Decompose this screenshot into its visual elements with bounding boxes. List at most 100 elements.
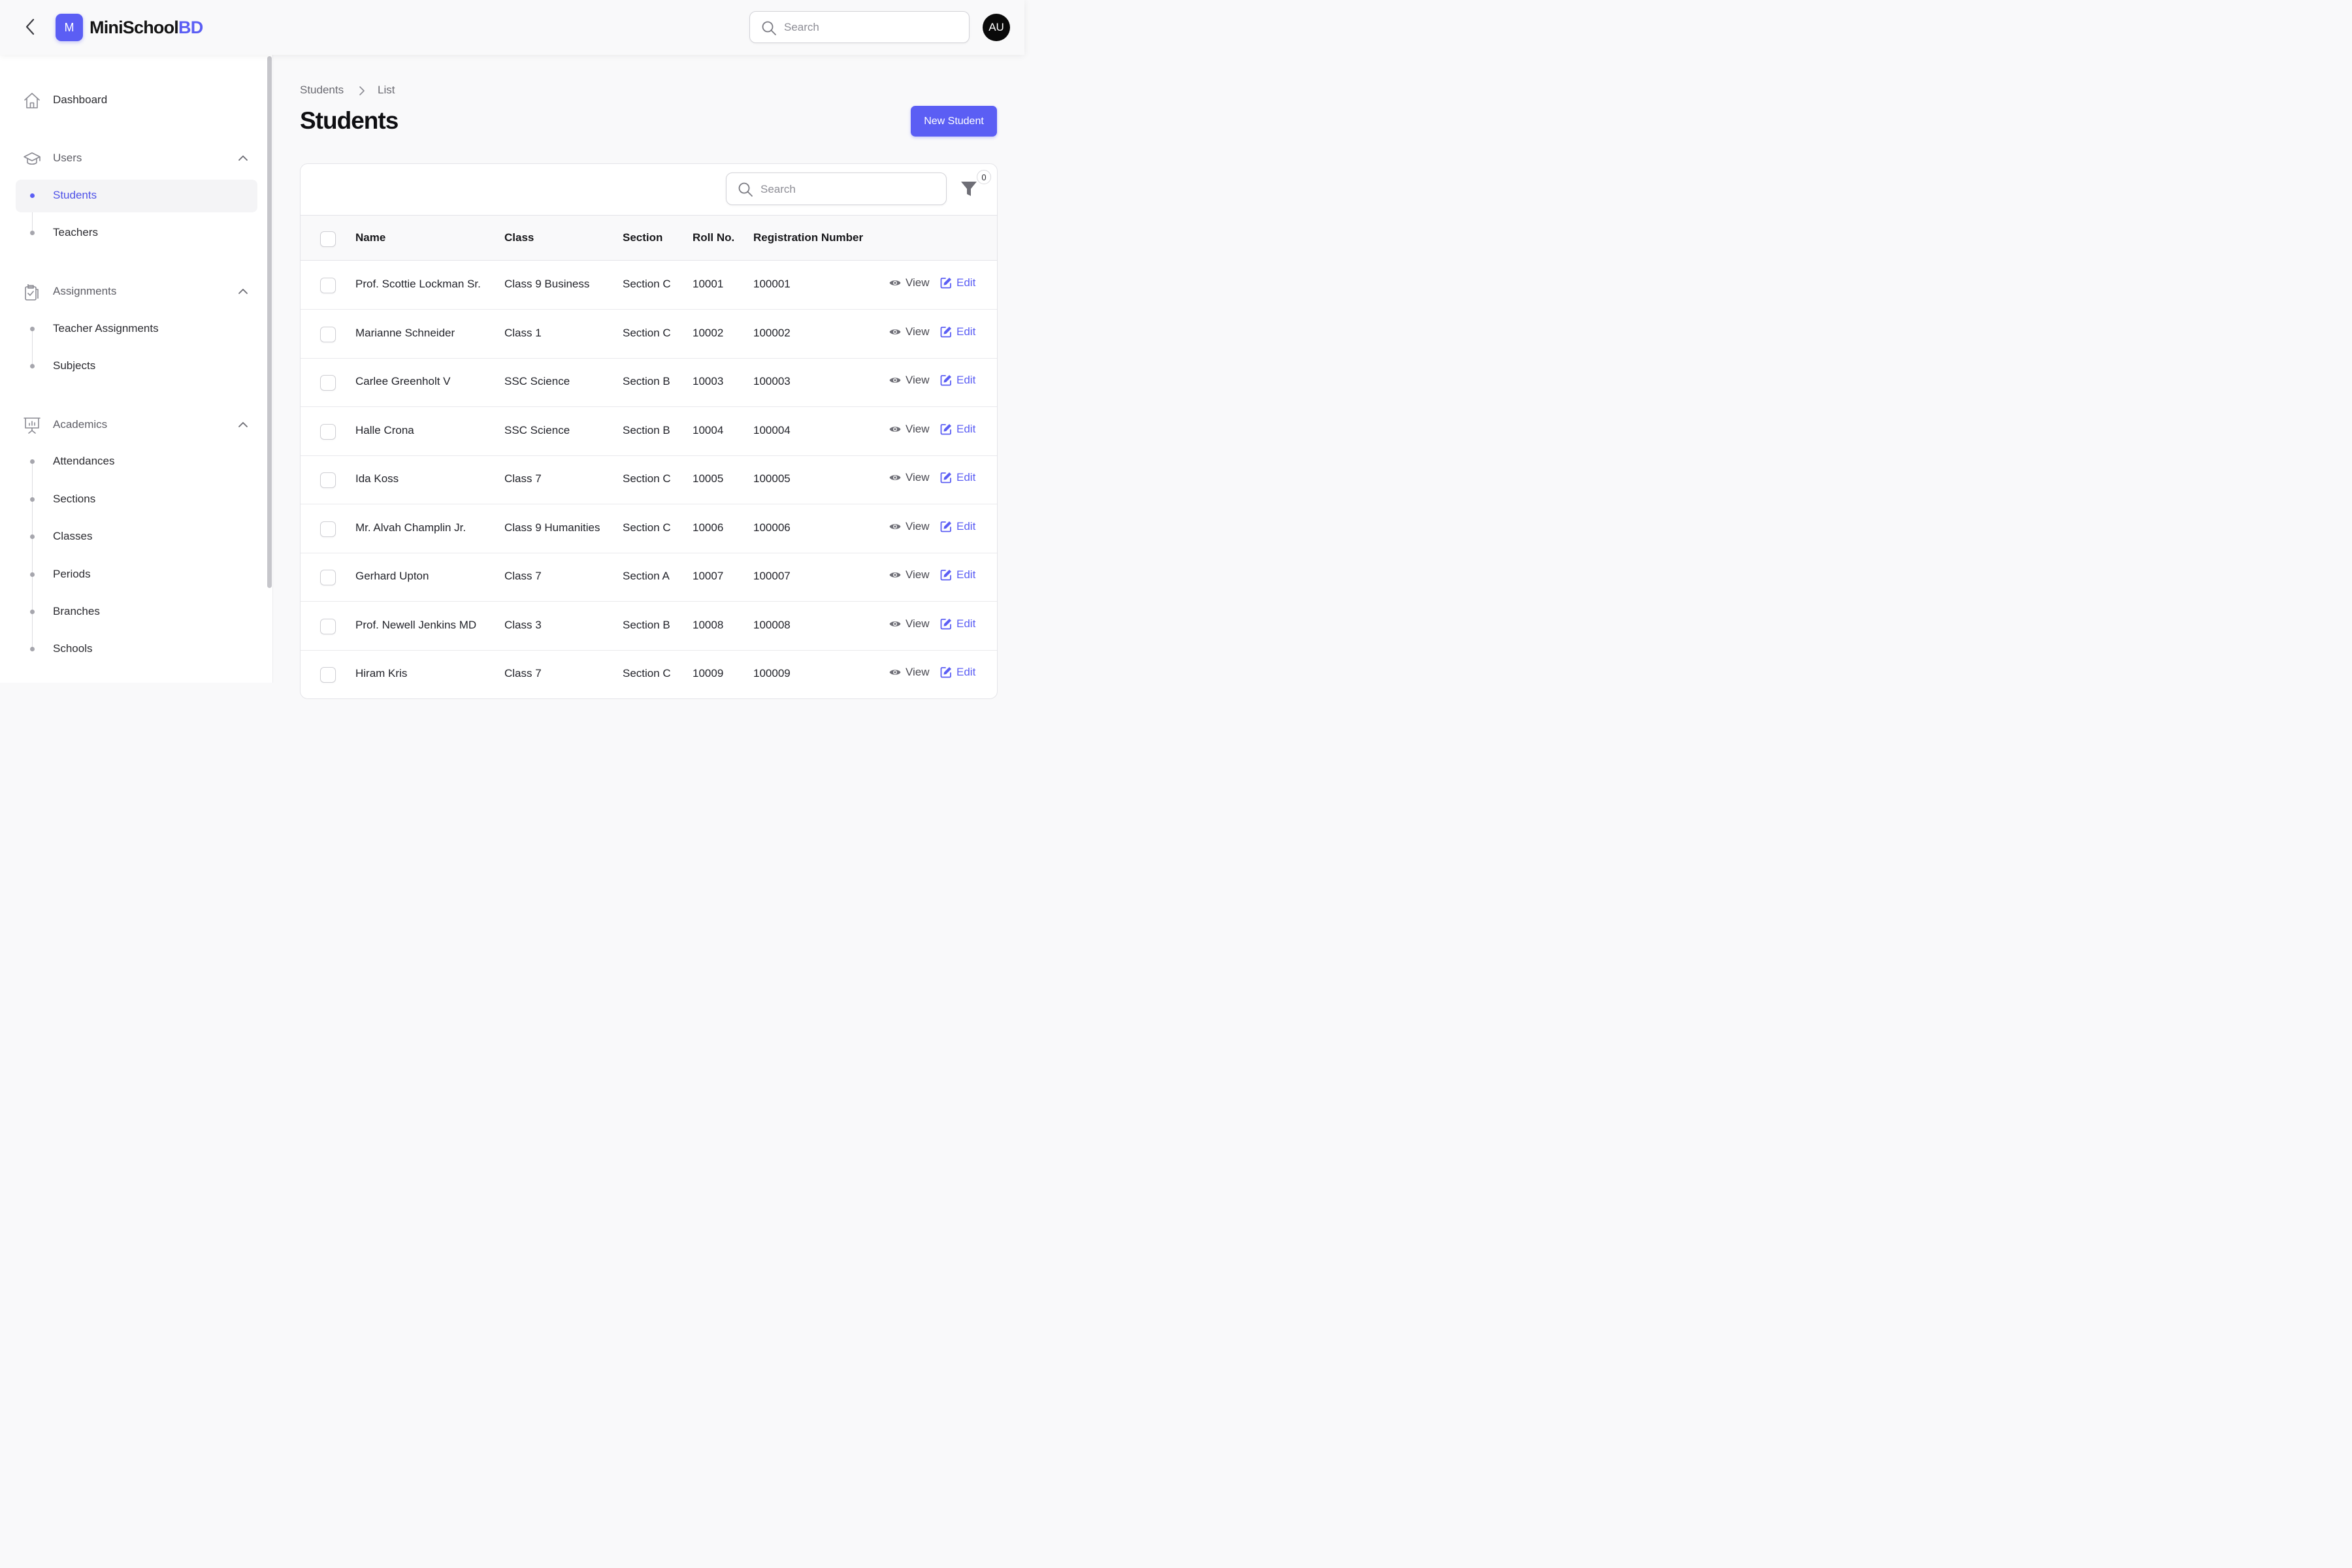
sidebar-item-classes[interactable]: Classes bbox=[16, 521, 257, 553]
view-button[interactable]: View bbox=[889, 666, 930, 679]
row-checkbox[interactable] bbox=[320, 618, 336, 634]
sidebar-group-assignments[interactable]: Assignments bbox=[16, 275, 257, 308]
sidebar-group-academics[interactable]: Academics bbox=[16, 408, 257, 441]
edit-button[interactable]: Edit bbox=[939, 423, 975, 436]
filter-icon[interactable] bbox=[959, 178, 979, 198]
top-bar: M MiniSchoolBD AU bbox=[0, 0, 1024, 55]
cell-roll: 10007 bbox=[693, 570, 724, 582]
edit-label: Edit bbox=[956, 471, 976, 483]
sidebar-item-subjects[interactable]: Subjects bbox=[16, 350, 257, 383]
column-header-section[interactable]: Section bbox=[623, 231, 662, 244]
global-search-input[interactable] bbox=[784, 20, 960, 35]
column-header-roll[interactable]: Roll No. bbox=[693, 231, 734, 244]
bullet-dot bbox=[30, 572, 35, 577]
global-search[interactable] bbox=[749, 11, 970, 43]
sidebar-item-teachers[interactable]: Teachers bbox=[16, 217, 257, 250]
back-button[interactable] bbox=[21, 17, 39, 37]
row-checkbox[interactable] bbox=[320, 521, 336, 537]
view-label: View bbox=[906, 276, 930, 289]
view-label: View bbox=[906, 666, 930, 678]
brand-name: MiniSchoolBD bbox=[90, 16, 203, 39]
bullet-dot bbox=[30, 364, 35, 368]
view-button[interactable]: View bbox=[889, 374, 930, 387]
row-checkbox[interactable] bbox=[320, 375, 336, 391]
cell-class: Class 9 Business bbox=[504, 278, 590, 290]
view-label: View bbox=[906, 422, 930, 435]
edit-button[interactable]: Edit bbox=[939, 471, 975, 484]
table-search-input[interactable] bbox=[760, 182, 937, 197]
cell-roll: 10004 bbox=[693, 423, 724, 436]
edit-button[interactable]: Edit bbox=[939, 666, 975, 679]
view-button[interactable]: View bbox=[889, 617, 930, 630]
table-row: Gerhard Upton Class 7 Section A 10007 100007… bbox=[301, 553, 997, 602]
sidebar-item-students[interactable]: Students bbox=[16, 180, 257, 212]
brand-main: MiniSchool bbox=[90, 18, 179, 37]
cell-roll: 10006 bbox=[693, 521, 724, 534]
view-button[interactable]: View bbox=[889, 520, 930, 533]
bullet-dot bbox=[30, 534, 35, 539]
view-button[interactable]: View bbox=[889, 423, 930, 436]
eye-icon bbox=[889, 329, 901, 335]
view-button[interactable]: View bbox=[889, 276, 930, 289]
view-label: View bbox=[906, 471, 930, 483]
sidebar-item-schools[interactable]: Schools bbox=[16, 633, 257, 666]
edit-label: Edit bbox=[956, 374, 976, 386]
view-button[interactable]: View bbox=[889, 568, 930, 581]
column-header-name[interactable]: Name bbox=[355, 231, 385, 244]
cell-registration: 100004 bbox=[753, 423, 791, 436]
user-avatar[interactable]: AU bbox=[983, 14, 1010, 41]
row-checkbox[interactable] bbox=[320, 472, 336, 488]
page-title: Students bbox=[300, 107, 399, 134]
breadcrumb-students[interactable]: Students bbox=[300, 84, 344, 97]
sidebar-group-label-academics: Academics bbox=[53, 418, 108, 431]
sidebar-label-dashboard: Dashboard bbox=[53, 93, 108, 106]
edit-button[interactable]: Edit bbox=[939, 568, 975, 581]
column-header-registration[interactable]: Registration Number bbox=[753, 231, 863, 244]
sidebar-item-branches[interactable]: Branches bbox=[16, 596, 257, 629]
cell-section: Section C bbox=[623, 521, 671, 534]
table-search[interactable] bbox=[726, 172, 947, 205]
sidebar-label-schools: Schools bbox=[53, 642, 93, 655]
new-student-button[interactable]: New Student bbox=[911, 106, 997, 137]
cell-class: Class 7 bbox=[504, 472, 542, 485]
chevron-up-icon bbox=[238, 422, 248, 427]
edit-label: Edit bbox=[956, 617, 976, 630]
sidebar-group-users[interactable]: Users bbox=[16, 142, 257, 174]
row-checkbox[interactable] bbox=[320, 423, 336, 440]
cell-section: Section A bbox=[623, 570, 670, 582]
edit-button[interactable]: Edit bbox=[939, 276, 975, 289]
row-checkbox[interactable] bbox=[320, 570, 336, 585]
sidebar-label-teacher-assignments: Teacher Assignments bbox=[53, 322, 159, 335]
cell-registration: 100006 bbox=[753, 521, 791, 534]
cell-name: Halle Crona bbox=[355, 423, 414, 436]
sidebar-item-periods[interactable]: Periods bbox=[16, 559, 257, 591]
cell-registration: 100001 bbox=[753, 278, 791, 290]
sidebar-group-label-users: Users bbox=[53, 152, 82, 164]
cell-registration: 100007 bbox=[753, 570, 791, 582]
edit-icon bbox=[940, 521, 951, 532]
edit-label: Edit bbox=[956, 325, 976, 338]
sidebar-item-sections[interactable]: Sections bbox=[16, 483, 257, 516]
cell-name: Mr. Alvah Champlin Jr. bbox=[355, 521, 466, 534]
edit-button[interactable]: Edit bbox=[939, 325, 975, 338]
column-header-class[interactable]: Class bbox=[504, 231, 534, 244]
row-checkbox[interactable] bbox=[320, 326, 336, 342]
view-button[interactable]: View bbox=[889, 325, 930, 338]
table-header: Name Class Section Roll No. Registration… bbox=[301, 215, 997, 261]
sidebar-item-attendances[interactable]: Attendances bbox=[16, 446, 257, 478]
chevron-up-icon bbox=[238, 289, 248, 294]
edit-button[interactable]: Edit bbox=[939, 617, 975, 630]
edit-icon bbox=[940, 667, 951, 678]
sidebar-scrollbar[interactable] bbox=[267, 56, 272, 588]
sidebar-item-teacher-assignments[interactable]: Teacher Assignments bbox=[16, 313, 257, 346]
filter-count-badge: 0 bbox=[977, 170, 991, 184]
bullet-dot bbox=[30, 610, 35, 614]
edit-button[interactable]: Edit bbox=[939, 374, 975, 387]
sidebar-item-dashboard[interactable]: Dashboard bbox=[16, 84, 257, 116]
view-button[interactable]: View bbox=[889, 471, 930, 484]
row-checkbox[interactable] bbox=[320, 667, 336, 683]
select-all-checkbox[interactable] bbox=[320, 231, 336, 247]
edit-button[interactable]: Edit bbox=[939, 520, 975, 533]
table-row: Carlee Greenholt V SSC Science Section B 10… bbox=[301, 358, 997, 407]
row-checkbox[interactable] bbox=[320, 278, 336, 293]
